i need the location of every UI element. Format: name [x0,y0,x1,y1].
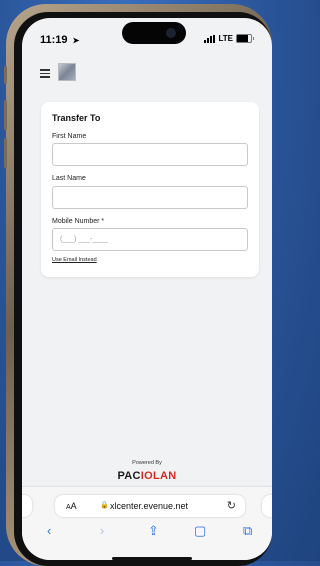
status-time: 11:19 ➤ [40,34,80,46]
phone-volume-down-button [4,138,7,168]
hamburger-menu-icon[interactable] [40,69,50,78]
previous-tab-pill[interactable] [22,495,32,517]
mobile-number-label: Mobile Number * [52,218,105,225]
bookmarks-icon[interactable]: ▢ [194,523,206,539]
phone-bezel: 11:19 ➤ LTE Transfer To First Name Last … [14,12,272,566]
form-title: Transfer To [52,113,101,123]
lock-icon: 🔒 [100,502,109,509]
reload-icon[interactable]: ↻ [227,499,236,512]
browser-bottom-bar: AA 🔒 xlcenter.evenue.net ↻ ‹ › ⇪ ▢ ⧉ [22,486,272,560]
network-type: LTE [218,34,233,43]
browser-toolbar: ‹ › ⇪ ▢ ⧉ [22,523,272,543]
last-name-input[interactable] [52,186,248,209]
powered-by-text: Powered By [132,460,162,466]
location-arrow-icon: ➤ [72,36,80,45]
brand-part2: IOLAN [140,470,177,482]
status-indicators: LTE [204,34,254,43]
forward-icon[interactable]: › [100,523,104,538]
transfer-form-card: Transfer To First Name Last Name Mobile … [41,102,259,277]
share-icon[interactable]: ⇪ [148,523,159,539]
address-bar[interactable]: AA 🔒 xlcenter.evenue.net ↻ [55,495,245,517]
paciolan-logo: PACIOLAN [22,470,272,482]
signal-bars-icon [204,34,216,43]
next-tab-pill[interactable] [262,495,272,517]
mobile-number-input[interactable]: (___) ___-____ [52,228,248,251]
text-size-button[interactable]: AA [66,501,77,511]
back-icon[interactable]: ‹ [47,523,51,538]
first-name-input[interactable] [52,143,248,166]
use-email-link[interactable]: Use Email Instead [52,257,97,263]
tabs-icon[interactable]: ⧉ [243,523,252,539]
phone-volume-up-button [4,100,7,130]
phone-frame: 11:19 ➤ LTE Transfer To First Name Last … [4,4,272,566]
phone-screen: 11:19 ➤ LTE Transfer To First Name Last … [22,18,272,560]
phone-side-button [4,66,7,84]
url-text[interactable]: xlcenter.evenue.net [110,501,188,511]
venue-logo-icon[interactable] [58,63,76,81]
status-bar: 11:19 ➤ LTE [22,32,272,50]
brand-part1: PAC [117,470,141,482]
battery-icon [236,34,254,43]
home-indicator [112,557,192,560]
battery-level [237,35,249,42]
last-name-label: Last Name [52,175,86,182]
first-name-label: First Name [52,133,87,140]
